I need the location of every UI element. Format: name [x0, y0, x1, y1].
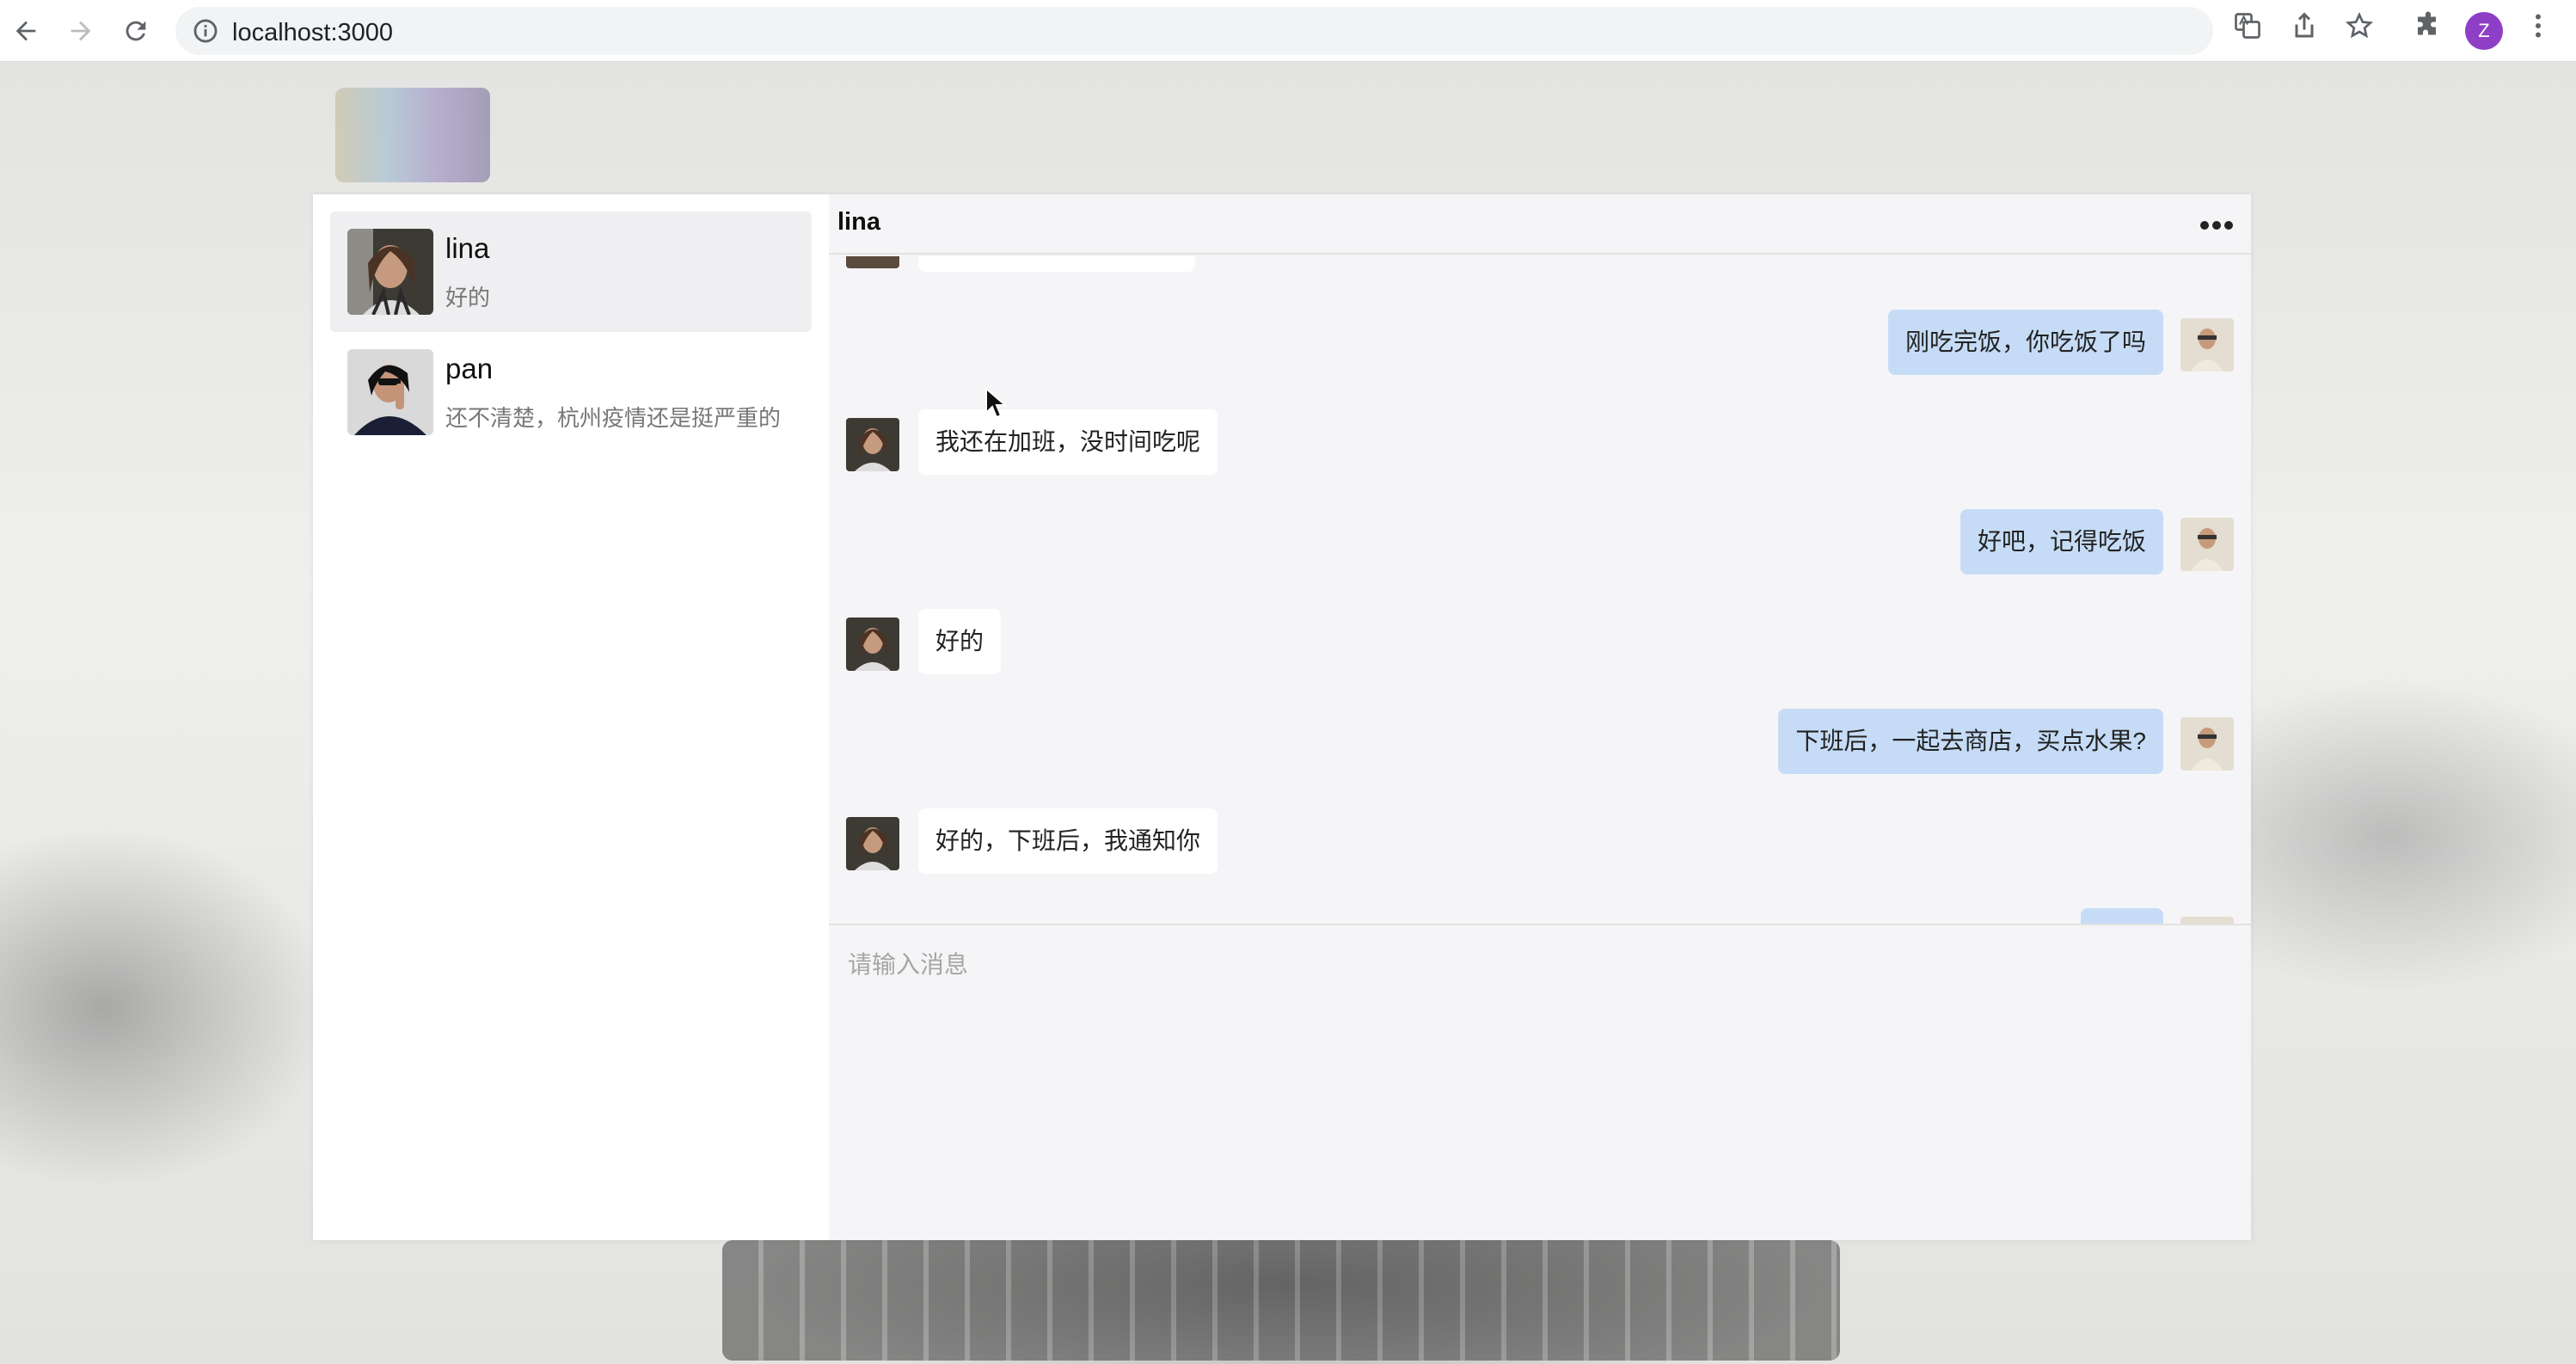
browser-toolbar: localhost:3000 Z: [0, 0, 2576, 62]
share-icon: [2295, 12, 2314, 38]
reload-icon: [126, 21, 146, 41]
profile-avatar[interactable]: Z: [2465, 12, 2503, 50]
contact-sidebar: lina 好的 pan 还不清楚，杭州疫情还是挺严重的: [313, 194, 829, 1240]
contact-item-lina[interactable]: lina 好的: [330, 212, 812, 332]
message-outgoing: 下班后，一起去商店，买点水果?: [829, 709, 2251, 774]
puzzle-icon: [2418, 11, 2436, 35]
arrow-left-icon: [15, 21, 36, 41]
background-keyboard: [722, 1240, 1840, 1361]
chat-panel: lina 刚吃完饭，你吃饭了吗 我还在加班，没时间吃呢 好吧，记得吃饭 好的 下…: [829, 194, 2251, 1240]
message-input[interactable]: [829, 925, 2251, 1240]
sender-avatar: [846, 418, 899, 471]
self-avatar: [2180, 318, 2234, 372]
arrow-right-icon: [71, 21, 91, 41]
sender-avatar: [846, 817, 899, 870]
contact-item-pan[interactable]: pan 还不清楚，杭州疫情还是挺严重的: [330, 332, 812, 452]
message-bubble: 刚吃完饭，你吃饭了吗: [1887, 310, 2163, 375]
info-icon[interactable]: [191, 16, 220, 46]
self-avatar: [2180, 917, 2234, 924]
browser-menu-button[interactable]: [2523, 10, 2554, 41]
avatar: [347, 229, 433, 315]
bookmark-button[interactable]: [2344, 10, 2375, 41]
message-incoming: 好的，下班后，我通知你: [829, 808, 2251, 874]
share-button[interactable]: [2289, 10, 2320, 41]
background-photo-detail: [335, 88, 490, 182]
message-bubble: 下班后，一起去商店，买点水果?: [1778, 709, 2163, 774]
sender-avatar: [846, 256, 899, 268]
mouse-cursor-icon: [985, 387, 1007, 419]
message-list[interactable]: 刚吃完饭，你吃饭了吗 我还在加班，没时间吃呢 好吧，记得吃饭 好的 下班后，一起…: [829, 256, 2251, 924]
star-icon: [2345, 12, 2374, 39]
contact-photo-pan: [347, 349, 433, 435]
contact-preview: 还不清楚，杭州疫情还是挺严重的: [445, 405, 782, 431]
message-bubble: 我还在加班，没时间吃呢: [918, 409, 1218, 475]
kebab-menu-icon: [2536, 14, 2541, 38]
message-incoming: 我还在加班，没时间吃呢: [829, 409, 2251, 475]
contact-name: lina: [445, 232, 490, 264]
message-outgoing: 好的: [829, 908, 2251, 924]
contact-name: pan: [445, 353, 494, 384]
more-options-button[interactable]: [2198, 206, 2236, 244]
message-bubble: 好的: [2080, 908, 2163, 924]
message-outgoing: 刚吃完饭，你吃饭了吗: [829, 310, 2251, 375]
translate-button[interactable]: [2232, 10, 2263, 41]
sender-avatar: [846, 617, 899, 671]
reload-button[interactable]: [117, 12, 155, 50]
chat-title: lina: [837, 208, 880, 236]
back-button[interactable]: [7, 12, 45, 50]
address-bar[interactable]: localhost:3000: [175, 7, 2213, 55]
forward-button[interactable]: [62, 12, 100, 50]
self-avatar: [2180, 518, 2234, 571]
message-outgoing: 好吧，记得吃饭: [829, 509, 2251, 574]
message-bubble: 好吧，记得吃饭: [1960, 509, 2163, 574]
contact-photo-lina: [347, 229, 433, 315]
chat-header: lina: [829, 194, 2251, 255]
url-text[interactable]: localhost:3000: [232, 19, 393, 47]
message-bubble: 好的，下班后，我通知你: [918, 808, 1218, 874]
contact-preview: 好的: [445, 285, 491, 310]
message-bubble: 好的: [918, 609, 1002, 674]
avatar: [347, 349, 433, 435]
translate-icon: [2235, 13, 2260, 39]
message-composer: [829, 924, 2251, 1240]
more-dots-icon: [2200, 221, 2233, 230]
message-bubble: [918, 256, 1195, 272]
message-incoming: 好的: [829, 609, 2251, 674]
self-avatar: [2180, 717, 2234, 771]
chat-app: lina 好的 pan 还不清楚，杭州疫情还是挺严重的 lina 刚吃完饭，你吃…: [313, 194, 2251, 1240]
message-partial: [829, 256, 2251, 272]
extensions-button[interactable]: [2413, 10, 2444, 41]
